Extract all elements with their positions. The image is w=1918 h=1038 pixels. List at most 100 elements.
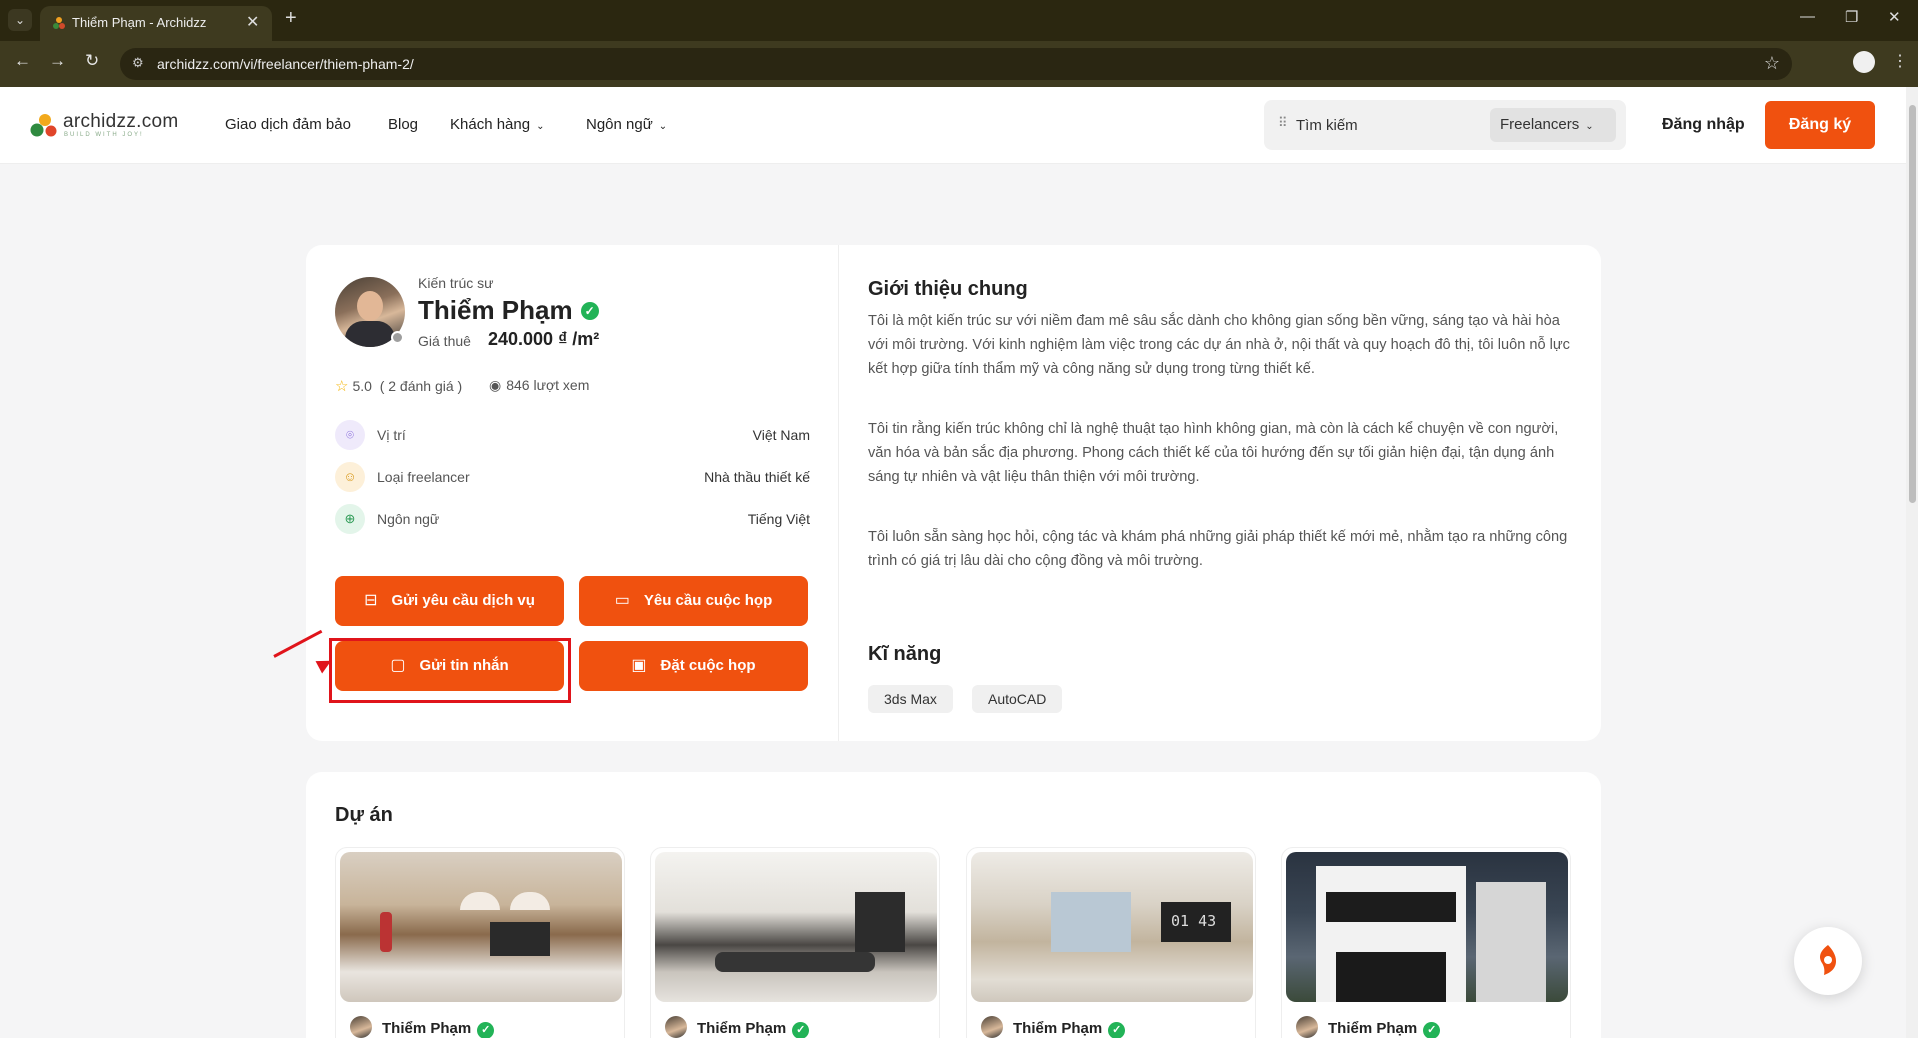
author-avatar bbox=[350, 1016, 372, 1038]
profile-card: Kiến trúc sư Thiểm Phạm ✓ Giá thuê 240.00… bbox=[306, 245, 1601, 741]
author-avatar bbox=[981, 1016, 1003, 1038]
close-window-icon[interactable]: ✕ bbox=[1888, 8, 1901, 26]
site-info-icon[interactable]: ⚙ bbox=[132, 55, 144, 71]
pendant-lamp bbox=[510, 892, 550, 910]
site-header: archidzz.com BUILD WITH JOY! Giao dịch đ… bbox=[0, 87, 1906, 164]
about-title: Giới thiệu chung bbox=[868, 278, 1028, 300]
minimize-icon[interactable]: — bbox=[1800, 8, 1815, 25]
info-value: Nhà thầu thiết kế bbox=[704, 469, 810, 485]
info-value: Tiếng Việt bbox=[747, 511, 810, 527]
bookmark-star-icon[interactable]: ☆ bbox=[1764, 53, 1780, 74]
info-value: Việt Nam bbox=[752, 427, 810, 443]
signup-button[interactable]: Đăng ký bbox=[1765, 101, 1875, 149]
back-icon[interactable]: ← bbox=[14, 51, 31, 71]
sofa bbox=[715, 952, 875, 972]
review-count: ( 2 đánh giá ) bbox=[379, 378, 463, 394]
project-card[interactable]: Thiểm Phạm ✓ bbox=[335, 847, 625, 1038]
freelancer-name-text: Thiểm Phạm bbox=[418, 295, 573, 325]
skills-title: Kĩ năng bbox=[868, 643, 942, 665]
search-category-select[interactable]: Freelancers ⌄ bbox=[1490, 108, 1616, 142]
chevron-down-icon: ⌄ bbox=[536, 121, 545, 132]
forward-icon[interactable]: → bbox=[49, 51, 66, 71]
author-name: Thiểm Phạm bbox=[1013, 1020, 1103, 1037]
window bbox=[1051, 892, 1131, 952]
highlight-annotation-box bbox=[329, 638, 571, 703]
nav-customers[interactable]: Khách hàng ⌄ bbox=[450, 116, 544, 133]
project-card[interactable]: 01 43 Thiểm Phạm ✓ bbox=[966, 847, 1256, 1038]
page-scrollbar[interactable] bbox=[1906, 87, 1918, 1038]
info-row-language: ⊕ Ngôn ngữ Tiếng Việt bbox=[335, 504, 810, 534]
author-avatar bbox=[1296, 1016, 1318, 1038]
skill-tag: AutoCAD bbox=[972, 685, 1063, 713]
restore-icon[interactable]: ❐ bbox=[1845, 8, 1858, 26]
nav-blog[interactable]: Blog bbox=[388, 116, 418, 133]
reload-icon[interactable]: ↻ bbox=[85, 51, 99, 71]
freelancer-role: Kiến trúc sư bbox=[418, 275, 494, 291]
new-tab-icon[interactable]: + bbox=[285, 7, 297, 30]
author-avatar bbox=[665, 1016, 687, 1038]
support-chat-button[interactable] bbox=[1794, 927, 1862, 995]
logo-tagline: BUILD WITH JOY! bbox=[64, 132, 144, 138]
tab-title: Thiểm Phạm - Archidzz bbox=[72, 15, 207, 30]
nav-language[interactable]: Ngôn ngữ ⌄ bbox=[586, 116, 667, 133]
button-label: Gửi yêu cầu dịch vụ bbox=[391, 592, 535, 609]
plant bbox=[380, 912, 392, 952]
author-name: Thiểm Phạm bbox=[382, 1020, 472, 1037]
house-wing bbox=[1476, 882, 1546, 1002]
pendant-lamp bbox=[460, 892, 500, 910]
about-paragraph: Tôi luôn sẵn sàng học hỏi, cộng tác và k… bbox=[868, 529, 1568, 569]
nav-language-label: Ngôn ngữ bbox=[586, 116, 653, 133]
profile-avatar-icon[interactable] bbox=[1853, 51, 1875, 73]
views-count: 846 lượt xem bbox=[506, 377, 590, 393]
verified-check-icon: ✓ bbox=[1423, 1022, 1441, 1038]
chat-support-icon bbox=[1820, 945, 1836, 975]
nav-escrow[interactable]: Giao dịch đảm bảo bbox=[225, 116, 351, 133]
tv-clock-text: 01 43 bbox=[1171, 912, 1217, 930]
tab-search-button[interactable]: ⌄ bbox=[8, 9, 32, 31]
project-thumbnail[interactable]: 01 43 bbox=[971, 852, 1253, 1002]
archidzz-logo[interactable]: archidzz.com BUILD WITH JOY! bbox=[30, 111, 190, 141]
send-service-request-button[interactable]: ⊟ Gửi yêu cầu dịch vụ bbox=[335, 576, 564, 626]
project-thumbnail[interactable] bbox=[340, 852, 622, 1002]
verified-check-icon: ✓ bbox=[792, 1022, 810, 1038]
drag-grip-icon: ⠿ bbox=[1278, 115, 1288, 130]
project-card[interactable]: Thiểm Phạm ✓ bbox=[1281, 847, 1571, 1038]
house-window bbox=[1326, 892, 1456, 922]
project-thumbnail[interactable] bbox=[1286, 852, 1568, 1002]
info-label: Vị trí bbox=[377, 427, 406, 443]
avatar-body bbox=[345, 321, 395, 347]
nav-customers-label: Khách hàng bbox=[450, 116, 531, 133]
scrollbar-thumb[interactable] bbox=[1909, 105, 1916, 503]
address-bar[interactable]: ⚙ archidzz.com/vi/freelancer/thiem-pham-… bbox=[120, 48, 1792, 80]
info-label: Ngôn ngữ bbox=[377, 511, 440, 527]
freelancer-name: Thiểm Phạm ✓ bbox=[418, 295, 599, 326]
author-name: Thiểm Phạm bbox=[697, 1020, 787, 1037]
skill-tag: 3ds Max bbox=[868, 685, 953, 713]
project-author: Thiểm Phạm ✓ bbox=[665, 1016, 810, 1038]
tab-close-icon[interactable]: ✕ bbox=[246, 12, 259, 32]
rating-value: 5.0 bbox=[352, 378, 372, 394]
search-input[interactable] bbox=[1296, 112, 1476, 138]
info-label: Loại freelancer bbox=[377, 469, 470, 485]
verified-check-icon: ✓ bbox=[477, 1022, 495, 1038]
tv-screen bbox=[490, 922, 550, 956]
about-paragraph: Tôi là một kiến trúc sư với niềm đam mê … bbox=[868, 313, 1570, 377]
login-link[interactable]: Đăng nhập bbox=[1662, 116, 1745, 134]
book-meeting-button[interactable]: ▣ Đặt cuộc họp bbox=[579, 641, 808, 691]
project-thumbnail[interactable] bbox=[655, 852, 937, 1002]
briefcase-icon: ⊟ bbox=[364, 592, 378, 609]
browser-menu-icon[interactable]: ⋮ bbox=[1892, 51, 1908, 71]
button-label: Đặt cuộc họp bbox=[660, 657, 756, 674]
garage-door bbox=[1336, 952, 1446, 1002]
location-icon: ⌾ bbox=[335, 420, 365, 450]
star-icon: ☆ bbox=[335, 378, 349, 395]
card-divider bbox=[838, 245, 839, 741]
request-meeting-button[interactable]: ▭ Yêu cầu cuộc họp bbox=[579, 576, 808, 626]
project-card[interactable]: Thiểm Phạm ✓ bbox=[650, 847, 940, 1038]
browser-tabbar: ⌄ Thiểm Phạm - Archidzz ✕ + — ❐ ✕ bbox=[0, 0, 1918, 41]
url-text[interactable]: archidzz.com/vi/freelancer/thiem-pham-2/ bbox=[157, 56, 414, 72]
browser-tab-active[interactable]: Thiểm Phạm - Archidzz ✕ bbox=[40, 6, 272, 41]
browser-toolbar: ← → ↻ ⚙ archidzz.com/vi/freelancer/thiem… bbox=[0, 41, 1918, 87]
search-category-label: Freelancers bbox=[1500, 116, 1580, 133]
calendar-icon: ▣ bbox=[631, 657, 647, 674]
